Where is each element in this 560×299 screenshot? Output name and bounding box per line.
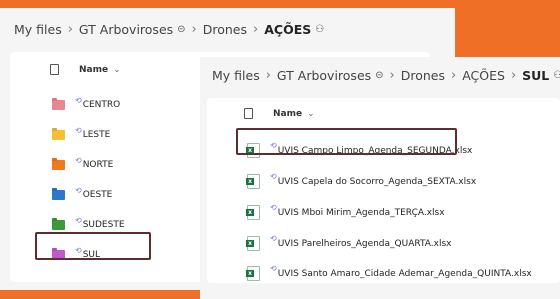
name-column-header[interactable]: Name ⌄ [244, 108, 315, 119]
sync-icon: ⟲ [75, 155, 82, 165]
sync-icon: ⟲ [75, 125, 82, 135]
name-column-header[interactable]: Name ⌄ [50, 64, 121, 75]
file-type-icon [50, 64, 59, 75]
breadcrumb-drones[interactable]: Drones [401, 68, 445, 83]
folder-row[interactable]: ⟲ CENTRO [52, 96, 121, 110]
link-icon: ⊝ [375, 70, 384, 81]
chevron-right-icon: › [253, 22, 259, 37]
folder-row[interactable]: ⟲ SUDESTE [52, 216, 125, 230]
chevron-down-icon: ⌄ [307, 108, 315, 119]
people-icon: ⚇ [553, 70, 560, 81]
folder-name: NORTE [82, 160, 114, 170]
people-icon: ⚇ [315, 24, 325, 35]
folder-name: OESTE [82, 190, 113, 200]
sync-icon: ⟲ [75, 185, 82, 195]
folder-name: SUDESTE [82, 220, 125, 230]
segunda-file-highlight-box [236, 128, 457, 155]
sync-icon: ⟲ [270, 234, 277, 243]
name-column-label: Name [273, 108, 303, 119]
name-column-label: Name [79, 64, 109, 75]
sync-icon: ⟲ [270, 172, 277, 181]
chevron-right-icon: › [191, 22, 197, 37]
chevron-right-icon: › [451, 68, 457, 83]
folder-row[interactable]: ⟲ OESTE [52, 186, 113, 200]
breadcrumb: My files › GT Arboviroses ⊝ › Drones › A… [212, 68, 560, 83]
breadcrumb-sul[interactable]: SUL [522, 68, 549, 83]
link-icon: ⊝ [177, 24, 186, 35]
breadcrumb-my-files[interactable]: My files [212, 68, 260, 83]
excel-file-icon [246, 236, 260, 251]
folder-icon [52, 190, 65, 200]
chevron-right-icon: › [389, 68, 395, 83]
file-row[interactable]: ⟲UVIS Mboi Mirim_Agenda_TERÇA.xlsx [246, 203, 445, 220]
sync-icon: ⟲ [75, 95, 82, 105]
folder-row[interactable]: ⟲ NORTE [52, 156, 114, 170]
file-list [207, 98, 560, 283]
file-row[interactable]: ⟲UVIS Capela do Socorro_Agenda_SEXTA.xls… [246, 172, 477, 189]
folder-icon [52, 130, 65, 140]
sync-icon: ⟲ [270, 264, 277, 273]
chevron-right-icon: › [510, 68, 517, 83]
excel-file-icon [246, 266, 260, 281]
breadcrumb-acoes[interactable]: AÇÕES [264, 22, 311, 37]
sync-icon: ⟲ [270, 203, 277, 212]
file-name: UVIS Santo Amaro_Cidade Ademar_Agenda_QU… [277, 268, 532, 279]
breadcrumb-my-files[interactable]: My files [14, 22, 62, 37]
folder-name: CENTRO [82, 100, 121, 110]
folder-row[interactable]: ⟲ LESTE [52, 126, 111, 140]
breadcrumb-drones[interactable]: Drones [203, 22, 247, 37]
folder-icon [52, 100, 65, 110]
excel-file-icon [246, 205, 260, 220]
breadcrumb-gt-arboviroses[interactable]: GT Arboviroses [79, 22, 173, 37]
breadcrumb-gt-arboviroses[interactable]: GT Arboviroses [277, 68, 371, 83]
breadcrumb: My files › GT Arboviroses ⊝ › Drones › A… [14, 22, 324, 37]
chevron-down-icon: ⌄ [113, 64, 121, 75]
folder-icon [52, 220, 65, 230]
folder-name: LESTE [82, 130, 111, 140]
file-name: UVIS Parelheiros_Agenda_QUARTA.xlsx [277, 238, 452, 249]
sync-icon: ⟲ [75, 215, 82, 225]
excel-file-icon [246, 174, 260, 189]
file-row[interactable]: ⟲UVIS Parelheiros_Agenda_QUARTA.xlsx [246, 234, 452, 251]
sul-highlight-box [35, 232, 151, 260]
file-type-icon [244, 108, 253, 119]
folder-icon [52, 160, 65, 170]
file-name: UVIS Mboi Mirim_Agenda_TERÇA.xlsx [277, 207, 445, 218]
breadcrumb-acoes[interactable]: AÇÕES [462, 68, 505, 83]
file-row[interactable]: ⟲UVIS Santo Amaro_Cidade Ademar_Agenda_Q… [246, 264, 532, 281]
file-name: UVIS Capela do Socorro_Agenda_SEXTA.xlsx [277, 176, 477, 187]
chevron-right-icon: › [265, 68, 271, 83]
chevron-right-icon: › [67, 22, 73, 37]
